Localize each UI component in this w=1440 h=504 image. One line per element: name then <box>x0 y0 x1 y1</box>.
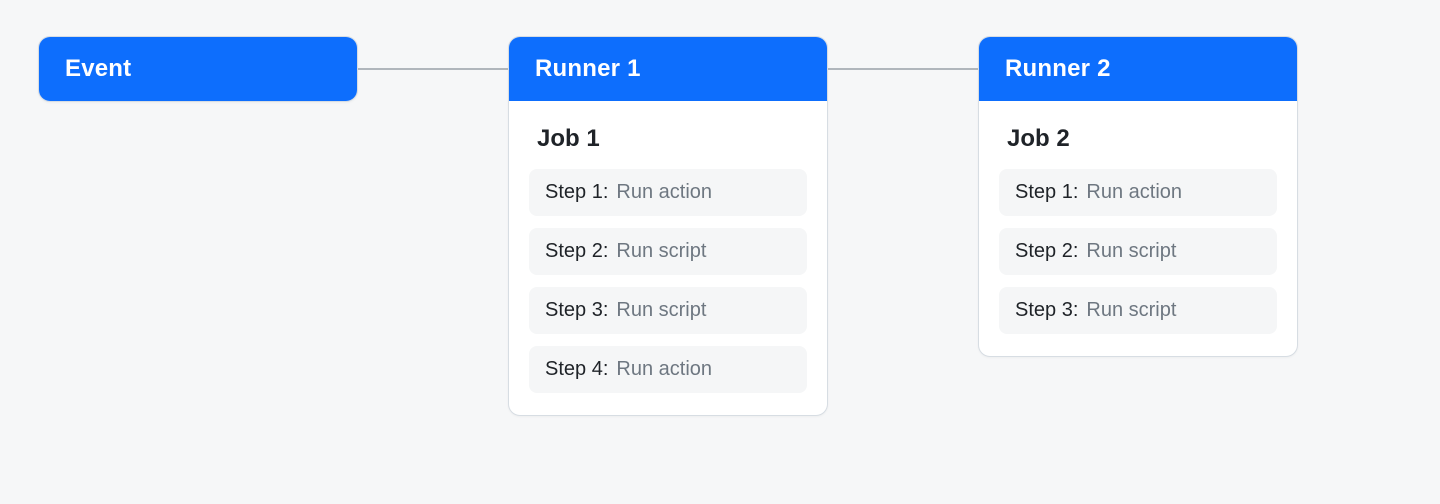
step-desc: Run action <box>616 358 712 381</box>
job-2-step: Step 1: Run action <box>999 169 1277 216</box>
job-1-steps: Step 1: Run action Step 2: Run script St… <box>509 169 827 415</box>
step-desc: Run script <box>616 240 706 263</box>
step-label: Step 1: <box>545 181 608 204</box>
runner-2-title: Runner 2 <box>979 37 1297 101</box>
step-desc: Run script <box>616 299 706 322</box>
step-desc: Run action <box>616 181 712 204</box>
runner-1-node: Runner 1 Job 1 Step 1: Run action Step 2… <box>508 36 828 416</box>
job-2-title: Job 2 <box>979 101 1297 169</box>
job-1-step: Step 3: Run script <box>529 287 807 334</box>
event-title: Event <box>39 37 357 101</box>
job-2-step: Step 2: Run script <box>999 228 1277 275</box>
job-2-steps: Step 1: Run action Step 2: Run script St… <box>979 169 1297 356</box>
step-label: Step 4: <box>545 358 608 381</box>
step-label: Step 3: <box>1015 299 1078 322</box>
step-desc: Run action <box>1086 181 1182 204</box>
job-1-title: Job 1 <box>509 101 827 169</box>
step-desc: Run script <box>1086 240 1176 263</box>
step-label: Step 2: <box>545 240 608 263</box>
step-label: Step 2: <box>1015 240 1078 263</box>
job-1-step: Step 4: Run action <box>529 346 807 393</box>
step-label: Step 3: <box>545 299 608 322</box>
runner-2-node: Runner 2 Job 2 Step 1: Run action Step 2… <box>978 36 1298 357</box>
event-node: Event <box>38 36 358 102</box>
step-label: Step 1: <box>1015 181 1078 204</box>
connector-runner1-to-runner2 <box>820 68 986 70</box>
workflow-diagram: Event Runner 1 Job 1 Step 1: Run action … <box>0 0 1440 504</box>
job-1-step: Step 2: Run script <box>529 228 807 275</box>
step-desc: Run script <box>1086 299 1176 322</box>
connector-event-to-runner1 <box>350 68 516 70</box>
runner-1-title: Runner 1 <box>509 37 827 101</box>
job-2-step: Step 3: Run script <box>999 287 1277 334</box>
job-1-step: Step 1: Run action <box>529 169 807 216</box>
